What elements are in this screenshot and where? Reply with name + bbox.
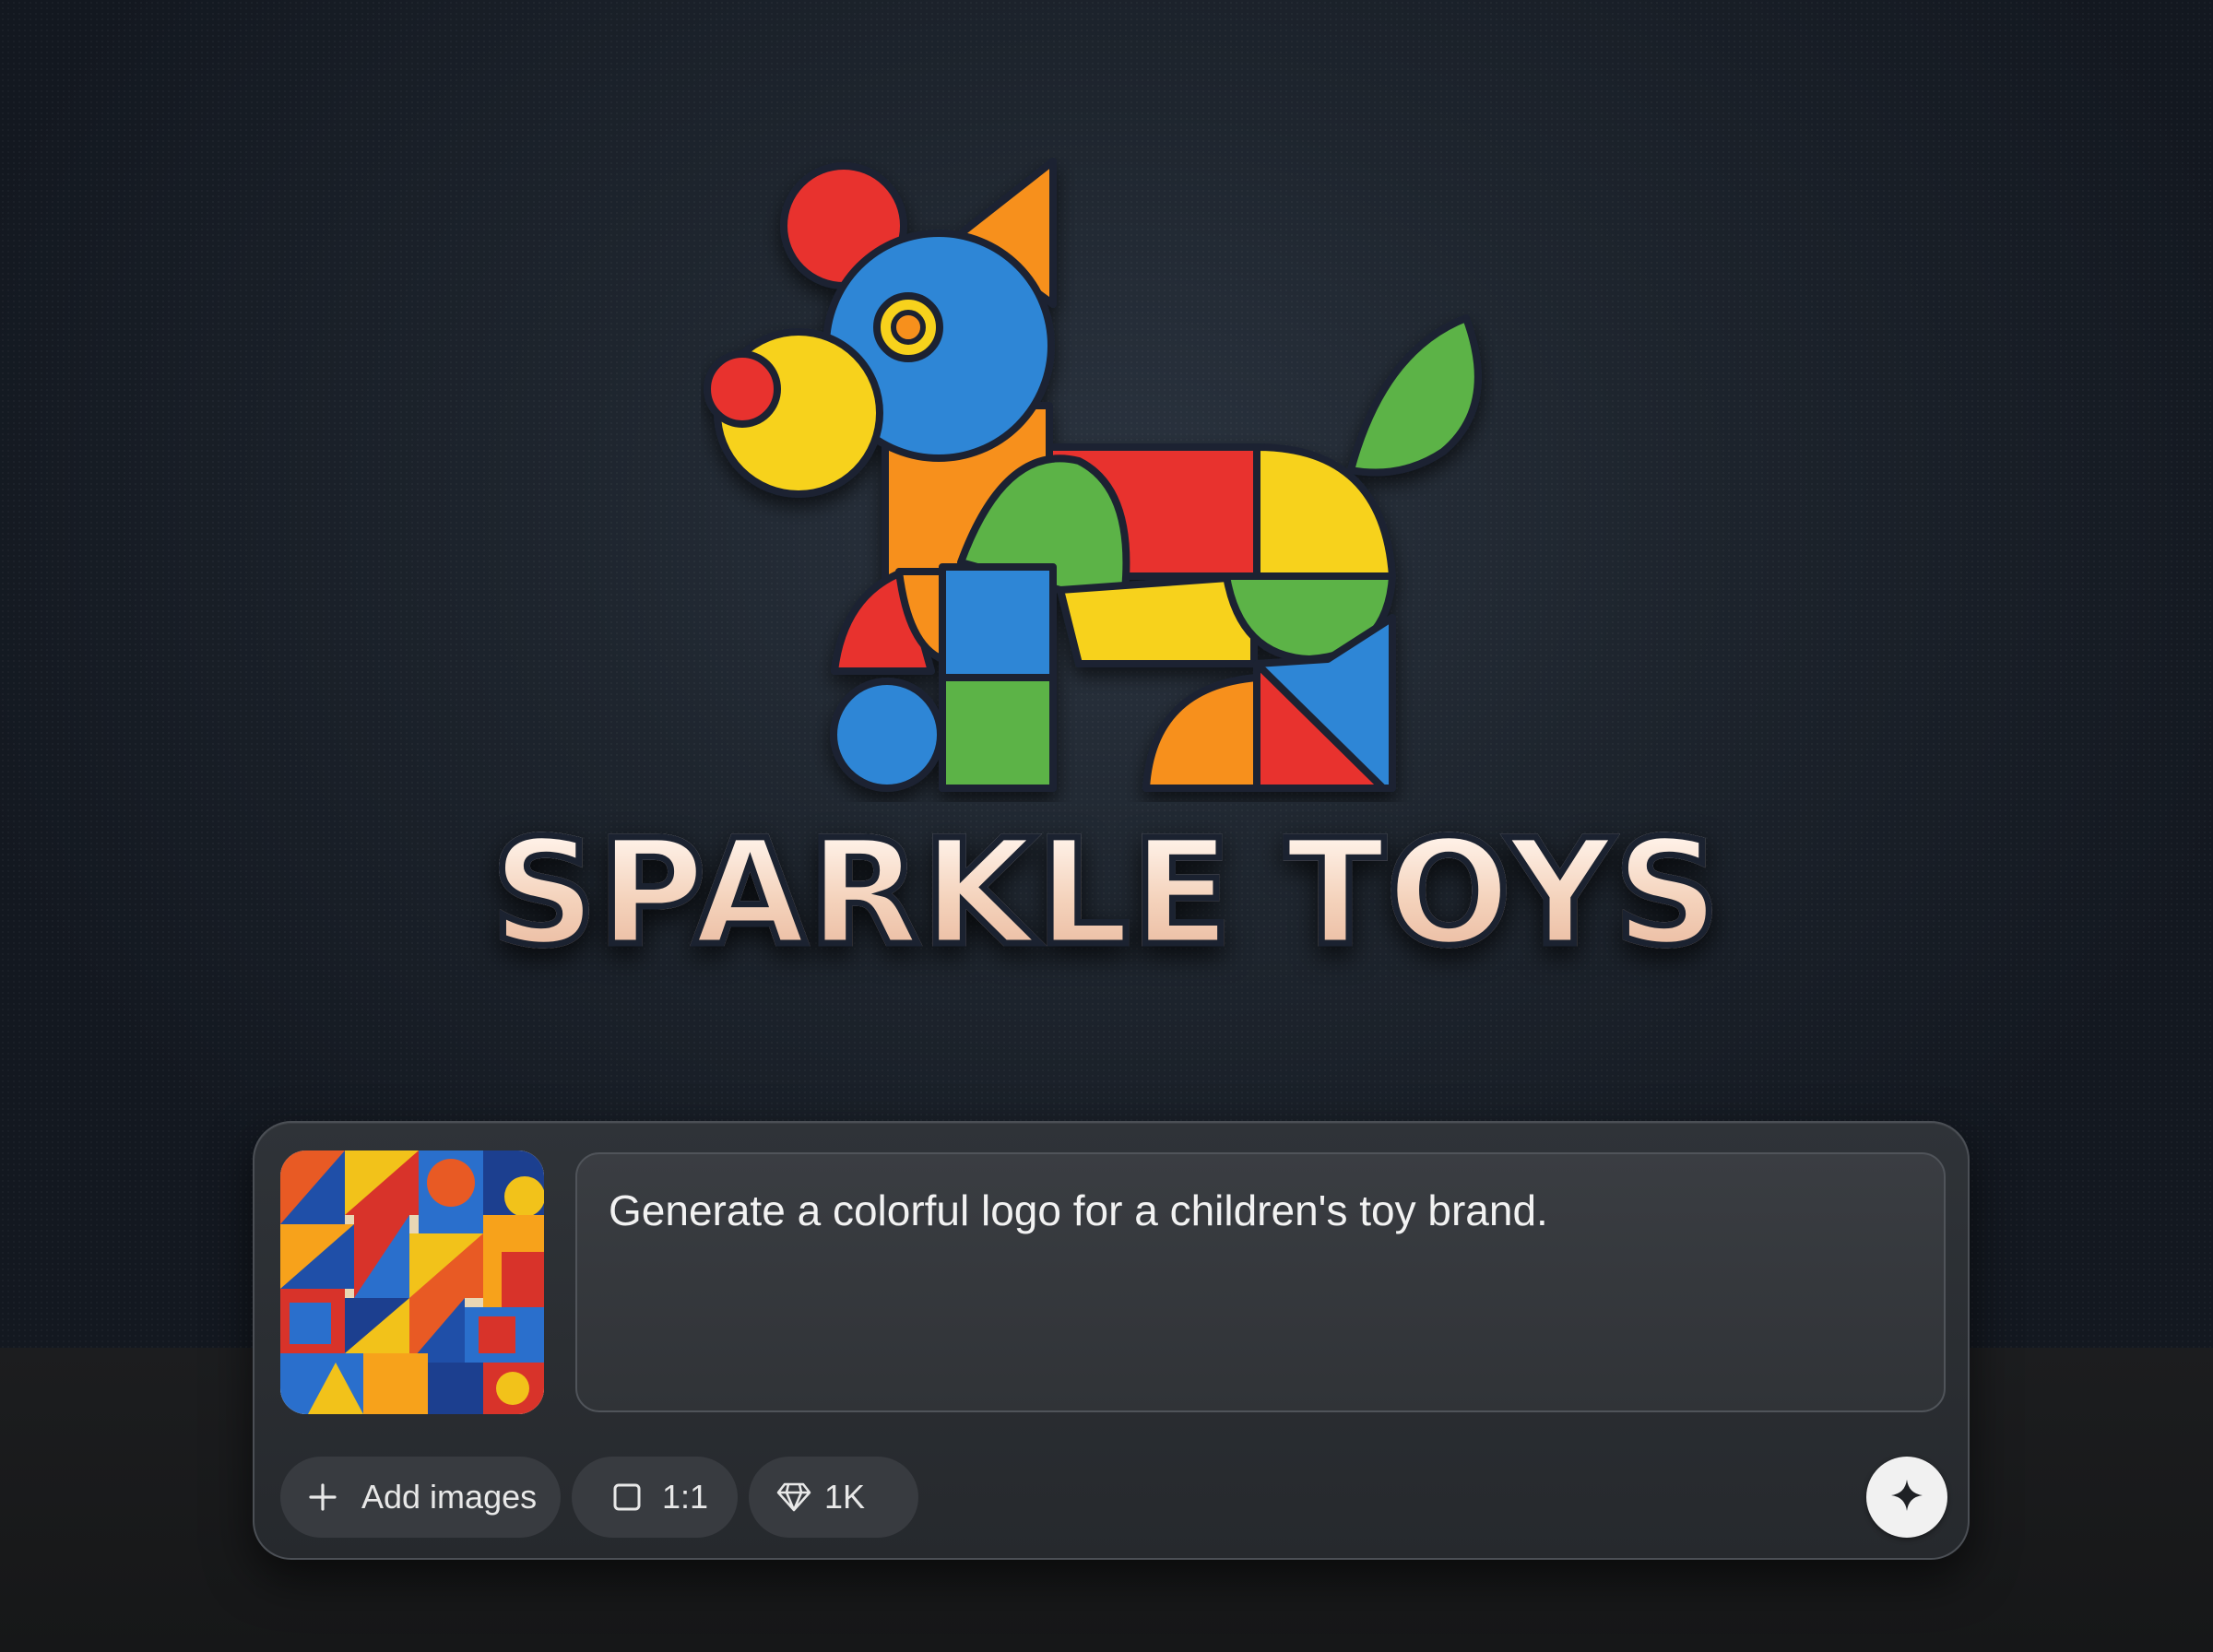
- geometric-dog-icon: [704, 158, 1482, 792]
- add-images-button[interactable]: Add images: [280, 1457, 561, 1538]
- prompt-composer: Generate a colorful logo for a children'…: [253, 1121, 1970, 1560]
- prompt-text: Generate a colorful logo for a children'…: [609, 1186, 1548, 1234]
- brand-wordmark: SPARKLE TOYS: [0, 818, 2213, 970]
- plus-icon: [308, 1482, 337, 1512]
- canvas: SPARKLE TOYS Generate a colorful logo fo…: [0, 0, 2213, 1652]
- prompt-input[interactable]: Generate a colorful logo for a children'…: [575, 1152, 1946, 1412]
- square-icon: [612, 1482, 642, 1512]
- generate-button[interactable]: [1866, 1457, 1947, 1538]
- sparkle-icon: [1889, 1478, 1924, 1517]
- resolution-button[interactable]: 1K: [749, 1457, 918, 1538]
- aspect-ratio-button[interactable]: 1:1: [572, 1457, 738, 1538]
- resolution-label: 1K: [824, 1478, 866, 1516]
- add-images-label: Add images: [361, 1478, 538, 1516]
- aspect-ratio-label: 1:1: [662, 1478, 709, 1516]
- reference-image-thumbnail[interactable]: [280, 1150, 544, 1414]
- diamond-icon: [776, 1481, 811, 1513]
